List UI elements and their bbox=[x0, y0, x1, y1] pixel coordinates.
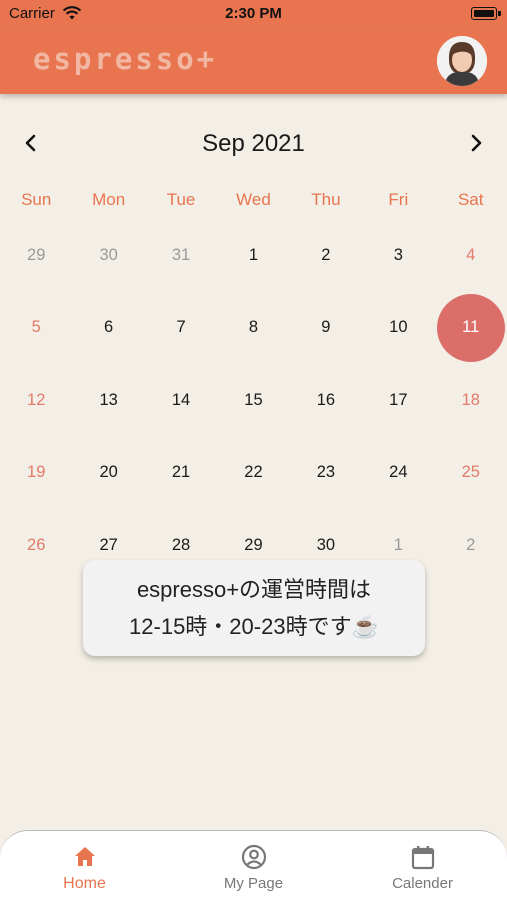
calendar-icon bbox=[411, 846, 434, 870]
calendar-day[interactable]: 3 bbox=[362, 219, 434, 292]
battery-icon bbox=[471, 7, 497, 20]
calendar-day[interactable]: 9 bbox=[290, 292, 362, 365]
calendar-day[interactable]: 5 bbox=[0, 292, 72, 365]
status-bar: Carrier 2:30 PM bbox=[0, 0, 507, 28]
calendar-day[interactable]: 16 bbox=[290, 364, 362, 437]
calendar-week: 29 30 31 1 2 3 4 bbox=[0, 219, 507, 292]
bottom-tab-bar: Home My Page Calender bbox=[0, 830, 507, 900]
calendar-day[interactable]: 30 bbox=[72, 219, 144, 292]
calendar-day[interactable]: 1 bbox=[217, 219, 289, 292]
weekday-label: Wed bbox=[236, 190, 271, 209]
calendar-day[interactable]: 2 bbox=[290, 219, 362, 292]
user-circle-icon bbox=[241, 844, 266, 870]
calendar-day[interactable]: 2 bbox=[435, 509, 507, 582]
calendar-day[interactable]: 25 bbox=[435, 437, 507, 510]
weekday-label: Thu bbox=[311, 190, 341, 209]
tab-my-page-label: My Page bbox=[223, 875, 284, 892]
calendar-day[interactable]: 21 bbox=[145, 437, 217, 510]
app-logo: espresso+ bbox=[33, 42, 218, 76]
calendar-grid: 29 30 31 1 2 3 4 5 6 7 8 9 10 11 12 13 1… bbox=[0, 219, 507, 582]
calendar-day[interactable]: 23 bbox=[290, 437, 362, 510]
calendar-day-selected[interactable]: 11 bbox=[435, 292, 507, 365]
clock-time: 2:30 PM bbox=[225, 5, 282, 22]
calendar-day[interactable]: 17 bbox=[362, 364, 434, 437]
calendar-day[interactable]: 4 bbox=[435, 219, 507, 292]
tab-home[interactable]: Home bbox=[0, 831, 169, 900]
tab-my-page[interactable]: My Page bbox=[169, 831, 338, 900]
calendar-week: 5 6 7 8 9 10 11 bbox=[0, 292, 507, 365]
home-icon bbox=[74, 847, 95, 866]
weekday-label: Mon bbox=[92, 190, 126, 209]
calendar-week: 19 20 21 22 23 24 25 bbox=[0, 437, 507, 510]
calendar-day[interactable]: 7 bbox=[145, 292, 217, 365]
calendar-day[interactable]: 31 bbox=[145, 219, 217, 292]
calendar-day[interactable]: 10 bbox=[362, 292, 434, 365]
toast-line-1: espresso+の運営時間は bbox=[136, 577, 372, 602]
calendar-day[interactable]: 29 bbox=[0, 219, 72, 292]
weekday-label: Sun bbox=[21, 190, 52, 209]
month-title: Sep 2021 bbox=[202, 130, 305, 157]
calendar-day[interactable]: 14 bbox=[145, 364, 217, 437]
calendar-day[interactable]: 15 bbox=[217, 364, 289, 437]
calendar-day[interactable]: 13 bbox=[72, 364, 144, 437]
profile-photo bbox=[437, 36, 487, 86]
calendar-week: 12 13 14 15 16 17 18 bbox=[0, 364, 507, 437]
calendar-day[interactable]: 24 bbox=[362, 437, 434, 510]
calendar-day[interactable]: 22 bbox=[217, 437, 289, 510]
weekday-header: Sun Mon Tue Wed Thu Fri Sat bbox=[0, 190, 507, 216]
calendar-day[interactable]: 8 bbox=[217, 292, 289, 365]
month-navigation: Sep 2021 bbox=[0, 122, 507, 166]
toast-line-2: 12-15時・20-23時です☕ bbox=[129, 614, 379, 639]
weekday-label: Sat bbox=[457, 190, 484, 209]
app-header: espresso+ bbox=[0, 28, 507, 94]
tab-calendar[interactable]: Calender bbox=[338, 831, 507, 900]
hours-notice-toast: espresso+の運営時間は 12-15時・20-23時です☕ bbox=[83, 560, 425, 656]
chevron-right-icon[interactable] bbox=[463, 130, 489, 156]
tab-home-label: Home bbox=[63, 875, 106, 892]
weekday-label: Fri bbox=[388, 190, 409, 209]
calendar-day[interactable]: 18 bbox=[435, 364, 507, 437]
calendar-day[interactable]: 20 bbox=[72, 437, 144, 510]
calendar-day[interactable]: 19 bbox=[0, 437, 72, 510]
calendar-day[interactable]: 6 bbox=[72, 292, 144, 365]
weekday-label: Tue bbox=[166, 190, 196, 209]
avatar[interactable] bbox=[437, 36, 487, 86]
tab-calendar-label: Calender bbox=[392, 875, 453, 892]
calendar-day[interactable]: 26 bbox=[0, 509, 72, 582]
calendar-day[interactable]: 12 bbox=[0, 364, 72, 437]
